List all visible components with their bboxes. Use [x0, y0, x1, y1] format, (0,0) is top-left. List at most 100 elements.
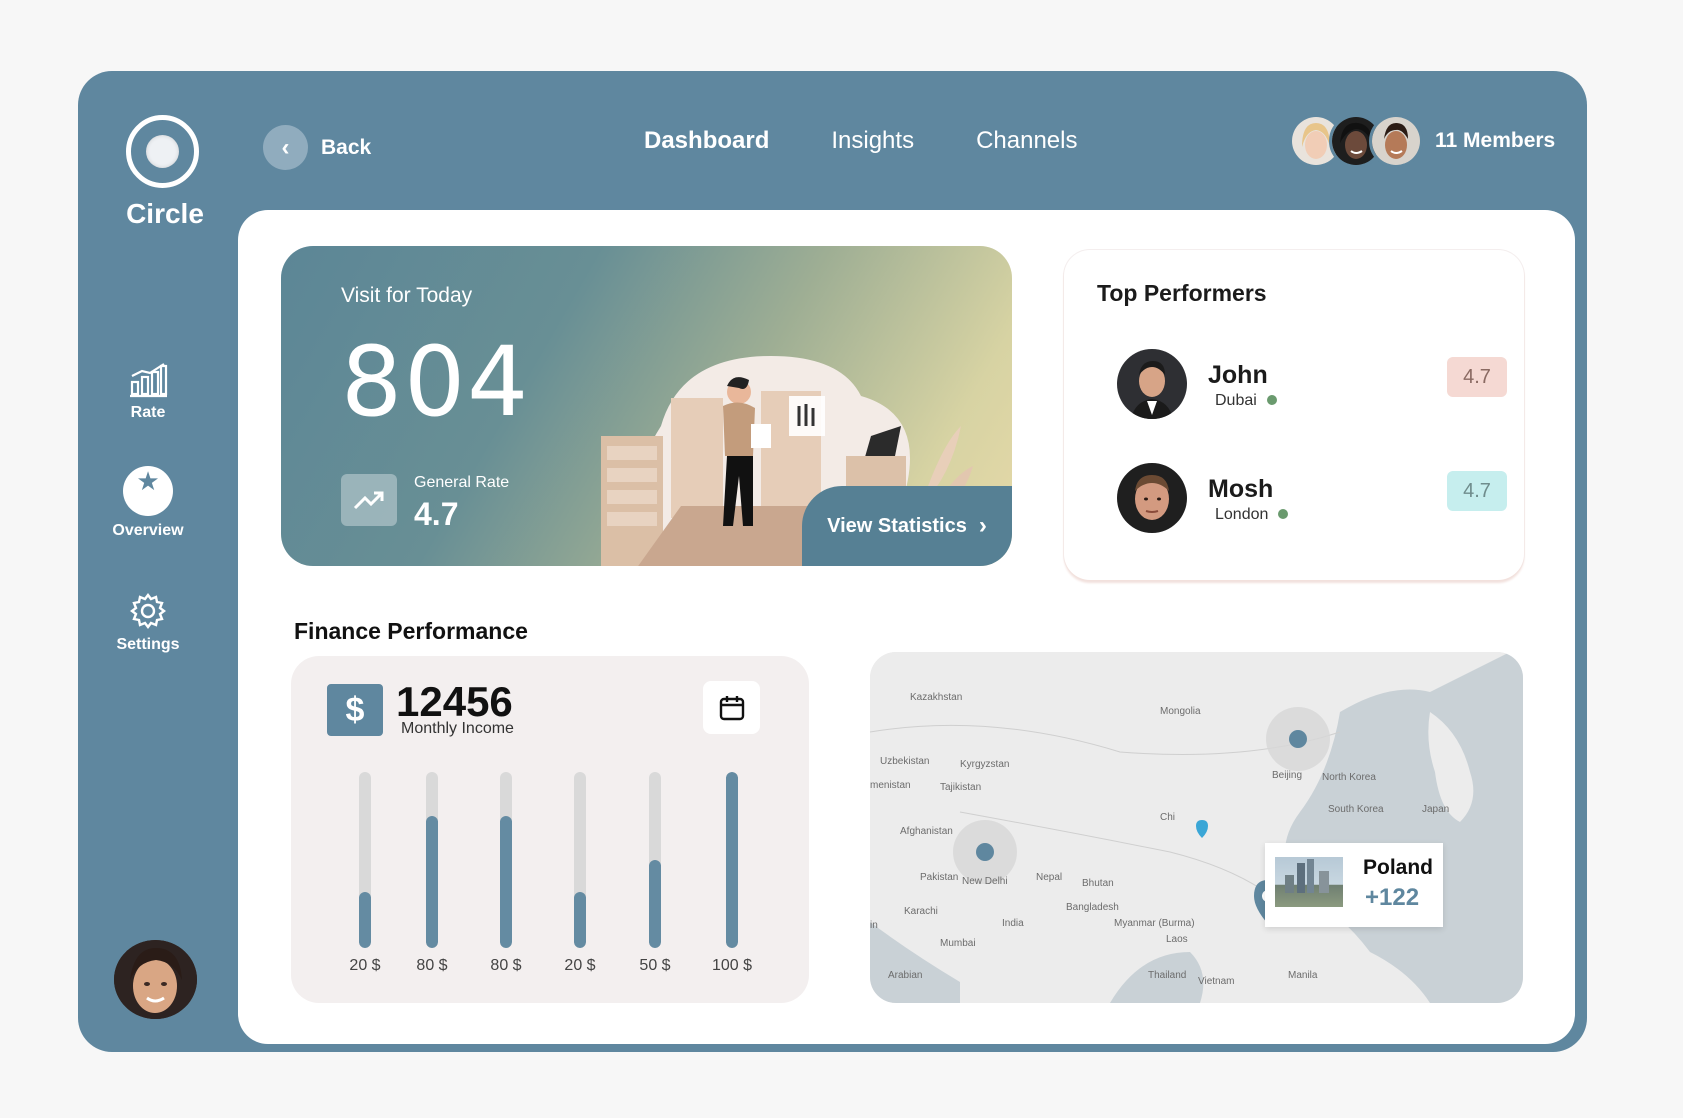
bar-column: 80 $: [402, 772, 462, 975]
location-card[interactable]: Poland +122: [1265, 843, 1443, 927]
avatar: [1117, 463, 1187, 533]
list-item[interactable]: Mosh London 4.7: [1117, 463, 1507, 535]
map-label: Uzbekistan: [880, 756, 930, 767]
map-label: Chi: [1160, 812, 1176, 823]
trending-up-icon: [341, 474, 397, 526]
bar-track: [359, 772, 371, 948]
map-label: Beijing: [1272, 770, 1303, 781]
sidebar-item-label: Settings: [116, 636, 180, 653]
view-statistics-button[interactable]: View Statistics ›: [802, 486, 1012, 566]
city-photo: [1275, 857, 1343, 907]
bar-chart-icon: [130, 363, 168, 398]
visit-label: Visit for Today: [341, 284, 473, 307]
status-dot: [1278, 509, 1289, 519]
bar-fill: [426, 816, 438, 948]
visit-value: 804: [341, 326, 531, 438]
location-name: Poland: [1363, 856, 1434, 879]
back-label: Back: [321, 135, 372, 159]
map-label: Laos: [1166, 934, 1188, 945]
bar-column: 100 $: [702, 772, 762, 975]
chevron-right-icon: ›: [978, 512, 987, 539]
map-label: Thailand: [1148, 970, 1187, 981]
chevron-left-icon: ‹: [263, 125, 308, 170]
view-statistics-label: View Statistics: [827, 514, 967, 537]
avatar: [1117, 349, 1187, 419]
members-group[interactable]: 11 Members: [1289, 114, 1555, 168]
map-label: New Delhi: [962, 876, 1008, 887]
bar-track: [500, 772, 512, 948]
logo-icon[interactable]: [126, 115, 199, 188]
income-value: 12456: [396, 678, 513, 725]
bar-track: [574, 772, 586, 948]
calendar-icon: [719, 695, 744, 720]
finance-title: Finance Performance: [294, 618, 528, 644]
members-count: 11 Members: [1435, 129, 1556, 152]
bar-label: 20 $: [564, 957, 596, 974]
map-label: Karachi: [904, 906, 938, 917]
bar-fill: [500, 816, 512, 948]
list-item[interactable]: John Dubai 4.7: [1117, 349, 1507, 421]
map-label: Myanmar (Burma): [1114, 918, 1195, 929]
performer-name: Mosh: [1208, 475, 1274, 503]
score-badge: 4.7: [1447, 471, 1507, 511]
status-dot: [1266, 395, 1277, 405]
map-label: Bhutan: [1082, 878, 1114, 889]
performer-name: John: [1208, 361, 1268, 389]
score-badge: 4.7: [1447, 357, 1507, 397]
map-label: Kazakhstan: [910, 692, 963, 703]
bar-track: [726, 772, 738, 948]
bar-label: 80 $: [490, 957, 522, 974]
finance-card: $ 12456 Monthly Income 20 $ 80 $ 80 $ 20 $ 5…: [291, 656, 809, 1003]
tab-dashboard[interactable]: Dashboard: [644, 127, 769, 155]
gear-icon: [130, 593, 166, 629]
bar-fill: [359, 891, 371, 948]
star-icon: ★: [123, 466, 173, 516]
top-performers-card: Top Performers John Dubai 4.7 Mosh Londo…: [1064, 250, 1524, 580]
bar-track: [649, 772, 661, 948]
map-label: North Korea: [1322, 772, 1376, 783]
tab-channels[interactable]: Channels: [976, 127, 1077, 155]
location-value: +122: [1365, 884, 1420, 911]
sidebar-item-rate[interactable]: Rate: [98, 362, 198, 422]
visit-card: Visit for Today 804 General Rate 4.7 Vie…: [281, 246, 1012, 566]
map-label: Mumbai: [940, 938, 976, 949]
map-label: Mongolia: [1160, 706, 1201, 717]
map-canvas: [870, 652, 1523, 1003]
bar-label: 20 $: [349, 957, 381, 974]
bar-track: [426, 772, 438, 948]
map-label: India: [1002, 918, 1024, 929]
bar-label: 80 $: [416, 957, 448, 974]
bar-column: 20 $: [550, 772, 610, 975]
bar-label: 100 $: [711, 957, 753, 974]
back-button[interactable]: ‹ Back: [263, 125, 371, 170]
map-label: Tajikistan: [940, 782, 982, 793]
general-rate-value: 4.7: [414, 496, 459, 532]
bar-fill: [649, 860, 661, 948]
performer-city: Dubai: [1215, 392, 1277, 410]
sidebar-item-settings[interactable]: Settings: [98, 592, 198, 654]
sidebar-item-overview[interactable]: ★ Overview: [98, 466, 198, 540]
map-label: Manila: [1288, 970, 1318, 981]
map-label: Vietnam: [1198, 976, 1235, 987]
map-label: Afghanistan: [900, 826, 953, 837]
member-avatar: [1369, 114, 1423, 168]
calendar-button[interactable]: [703, 681, 760, 734]
map-label: Japan: [1422, 804, 1450, 815]
map-label: Bangladesh: [1066, 902, 1119, 913]
income-label: Monthly Income: [401, 720, 514, 737]
performer-city: London: [1215, 506, 1289, 524]
tab-insights[interactable]: Insights: [831, 127, 914, 155]
bar-column: 50 $: [625, 772, 685, 975]
bar-fill: [726, 772, 738, 948]
map-view[interactable]: Kazakhstan Mongolia Uzbekistan Kyrgyzstan me…: [870, 652, 1523, 1003]
sidebar-item-label: Rate: [130, 404, 166, 421]
bar-column: 80 $: [476, 772, 536, 975]
sidebar-item-label: Overview: [112, 522, 184, 539]
map-label: in: [870, 920, 878, 931]
avatar[interactable]: [114, 940, 197, 1019]
general-rate-label: General Rate: [414, 474, 510, 491]
city-label: Dubai: [1215, 392, 1257, 409]
top-tabs: Dashboard Insights Channels: [644, 127, 1139, 155]
bar-column: 20 $: [335, 772, 395, 975]
dollar-icon: $: [327, 684, 383, 736]
